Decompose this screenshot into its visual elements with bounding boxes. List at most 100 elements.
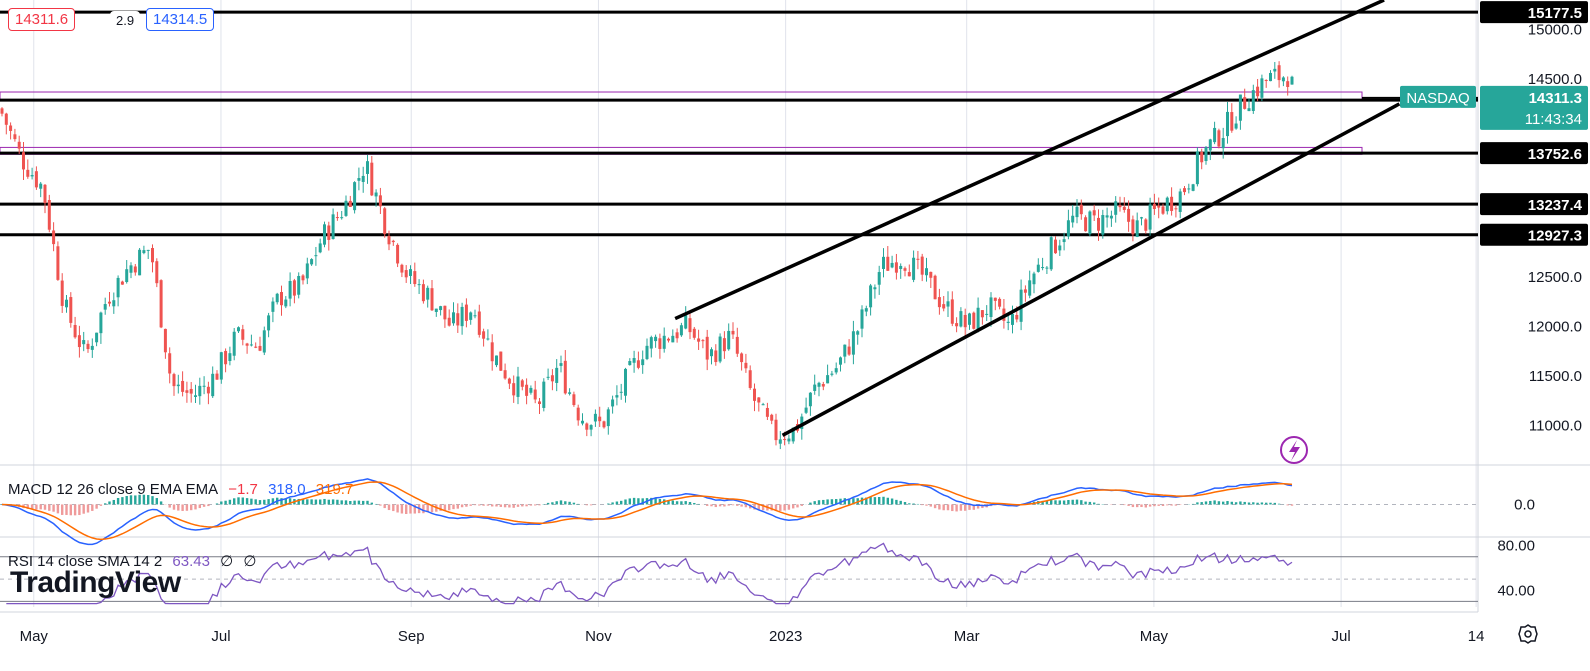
- price-tick-label: 12500.0: [1528, 269, 1582, 286]
- macd-histogram-bar: [740, 504, 743, 507]
- candle-body: [722, 338, 726, 352]
- candle-body: [1101, 215, 1105, 235]
- price-chart[interactable]: 15177.514288.213752.613237.412927.3NASDA…: [0, 0, 1590, 671]
- candle-body: [90, 345, 94, 350]
- candle-body: [1127, 208, 1131, 222]
- macd-histogram-bar: [525, 504, 528, 507]
- candle-body: [774, 419, 778, 441]
- candle-body: [950, 299, 954, 324]
- candle-body: [993, 297, 997, 301]
- candle-body: [323, 224, 326, 245]
- candle-body: [714, 350, 718, 363]
- candle-body: [361, 175, 365, 182]
- candle-body: [877, 272, 881, 285]
- macd-histogram-bar: [817, 500, 821, 505]
- macd-histogram-bar: [869, 496, 872, 505]
- macd-line-value: 318.0: [268, 481, 306, 498]
- macd-histogram-bar: [908, 503, 911, 505]
- macd-histogram-bar: [396, 504, 399, 513]
- lightning-alert-icon[interactable]: [1280, 436, 1308, 464]
- macd-histogram-bar: [469, 504, 472, 506]
- candle-body: [654, 336, 658, 342]
- macd-histogram-bar: [465, 504, 468, 507]
- macd-histogram-bar: [422, 504, 425, 514]
- macd-histogram-bar: [327, 499, 330, 505]
- candle-body: [834, 368, 838, 373]
- candle-body: [899, 265, 903, 269]
- macd-histogram-bar: [946, 504, 950, 511]
- time-tick-label: Sep: [398, 628, 425, 645]
- candle-body: [4, 113, 8, 125]
- macd-histogram-bar: [822, 499, 825, 505]
- candle-body: [1131, 219, 1135, 235]
- macd-histogram-bar: [1136, 504, 1139, 508]
- candle-body: [249, 344, 253, 346]
- candle-body: [267, 315, 271, 331]
- macd-legend[interactable]: MACD 12 26 close 9 EMA EMA −1.7 318.0 31…: [8, 481, 359, 498]
- macd-histogram-bar: [1239, 501, 1242, 505]
- candle-body: [1191, 184, 1195, 191]
- macd-histogram-bar: [159, 501, 163, 505]
- macd-histogram-bar: [710, 504, 713, 507]
- macd-histogram-bar: [499, 504, 502, 507]
- macd-histogram-bar: [684, 501, 687, 505]
- gear-icon[interactable]: [1518, 624, 1538, 644]
- rsi-extra-1: ∅: [220, 553, 234, 570]
- macd-histogram-bar: [168, 504, 171, 508]
- candle-body: [731, 330, 735, 335]
- macd-histogram-bar: [886, 497, 889, 505]
- macd-histogram-bar: [181, 504, 184, 511]
- macd-histogram-bar: [366, 500, 369, 505]
- candle-body: [529, 387, 533, 393]
- candle-body: [237, 327, 240, 332]
- rsi-pane: 80.00 40.00: [0, 538, 1535, 605]
- time-tick-label: Jul: [211, 628, 230, 645]
- rsi-tick-label: 40.00: [1497, 582, 1535, 599]
- macd-histogram-bar: [787, 504, 791, 510]
- candle-body: [1066, 220, 1070, 237]
- macd-histogram-bar: [207, 504, 210, 507]
- symbol-tag: NASDAQ: [1406, 90, 1469, 107]
- candle-body: [1032, 273, 1036, 285]
- macd-histogram-bar: [555, 501, 558, 505]
- candle-body: [52, 230, 56, 245]
- macd-histogram-bar: [1148, 504, 1152, 507]
- candle-body: [1217, 130, 1221, 147]
- macd-histogram-bar: [344, 500, 348, 505]
- macd-histogram-bar: [258, 500, 262, 505]
- bid-price-box[interactable]: 14311.6: [8, 8, 76, 31]
- macd-histogram-bar: [1265, 502, 1268, 505]
- spread-value: 2.9: [110, 11, 141, 30]
- macd-histogram-bar: [194, 504, 197, 510]
- macd-histogram-bar: [323, 498, 326, 505]
- macd-histogram-bar: [336, 499, 339, 505]
- candle-body: [667, 338, 670, 341]
- macd-histogram-bar: [1234, 502, 1238, 505]
- candle-body: [1118, 205, 1122, 208]
- candle-body: [757, 397, 761, 403]
- candle-body: [976, 307, 980, 331]
- tradingview-logo[interactable]: TradingView: [10, 566, 181, 600]
- macd-histogram-bar: [172, 504, 176, 510]
- ask-price-box[interactable]: 14314.5: [146, 8, 215, 31]
- macd-histogram-bar: [56, 504, 60, 514]
- time-tick-label: May: [1140, 628, 1169, 645]
- candle-body: [344, 200, 348, 216]
- macd-histogram-bar: [237, 497, 240, 505]
- macd-histogram-bar: [1084, 501, 1087, 505]
- candle-body: [813, 384, 817, 391]
- candle-body: [873, 287, 877, 290]
- macd-histogram-bar: [933, 504, 937, 509]
- candle-body: [258, 345, 262, 351]
- candle-body: [748, 370, 752, 388]
- macd-histogram-bar: [409, 504, 412, 514]
- macd-histogram-bar: [1140, 504, 1143, 508]
- candle-body: [215, 373, 219, 380]
- candle-body: [1260, 78, 1264, 98]
- macd-histogram-bar: [564, 501, 567, 505]
- candle-body: [684, 315, 688, 329]
- candle-body: [495, 355, 498, 366]
- macd-histogram-bar: [938, 504, 941, 510]
- macd-histogram-bar: [521, 504, 524, 507]
- candle-body: [486, 338, 490, 340]
